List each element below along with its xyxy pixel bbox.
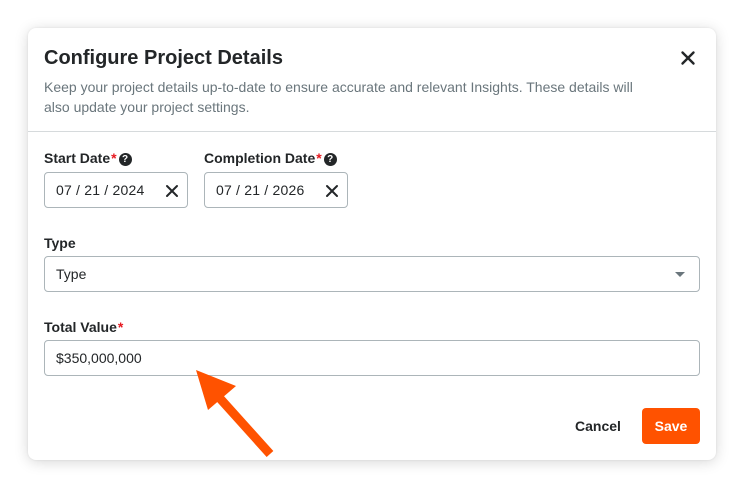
total-value-label: Total Value* xyxy=(44,319,123,335)
close-icon xyxy=(681,51,695,65)
type-select[interactable]: Type xyxy=(44,256,700,292)
start-date-label-text: Start Date xyxy=(44,150,111,166)
start-date-clear-button[interactable] xyxy=(164,183,180,199)
completion-date-value: 07 / 21 / 2026 xyxy=(216,182,305,198)
close-button[interactable] xyxy=(678,48,698,68)
start-date-input[interactable]: 07 / 21 / 2024 xyxy=(44,172,188,208)
configure-project-dialog: Configure Project Details Keep your proj… xyxy=(28,28,716,460)
help-icon[interactable]: ? xyxy=(118,153,132,166)
help-icon[interactable]: ? xyxy=(323,153,337,166)
close-icon xyxy=(166,185,178,197)
total-value-label-text: Total Value xyxy=(44,319,117,335)
start-date-value: 07 / 21 / 2024 xyxy=(56,182,145,198)
type-label: Type xyxy=(44,235,76,251)
dialog-header: Configure Project Details Keep your proj… xyxy=(28,28,716,132)
required-asterisk: * xyxy=(117,319,124,335)
completion-date-input[interactable]: 07 / 21 / 2026 xyxy=(204,172,348,208)
completion-date-label-text: Completion Date xyxy=(204,150,316,166)
type-select-value: Type xyxy=(56,266,87,282)
completion-date-clear-button[interactable] xyxy=(324,183,340,199)
completion-date-label: Completion Date*? xyxy=(204,150,337,166)
required-asterisk: * xyxy=(111,150,117,166)
dialog-title: Configure Project Details xyxy=(44,47,283,69)
required-asterisk: * xyxy=(316,150,322,166)
close-icon xyxy=(326,185,338,197)
cancel-button[interactable]: Cancel xyxy=(562,408,634,444)
caret-down-icon xyxy=(675,272,685,277)
dialog-description: Keep your project details up-to-date to … xyxy=(44,79,633,115)
start-date-label: Start Date*? xyxy=(44,150,132,166)
save-button[interactable]: Save xyxy=(642,408,700,444)
total-value-input[interactable] xyxy=(44,340,700,376)
